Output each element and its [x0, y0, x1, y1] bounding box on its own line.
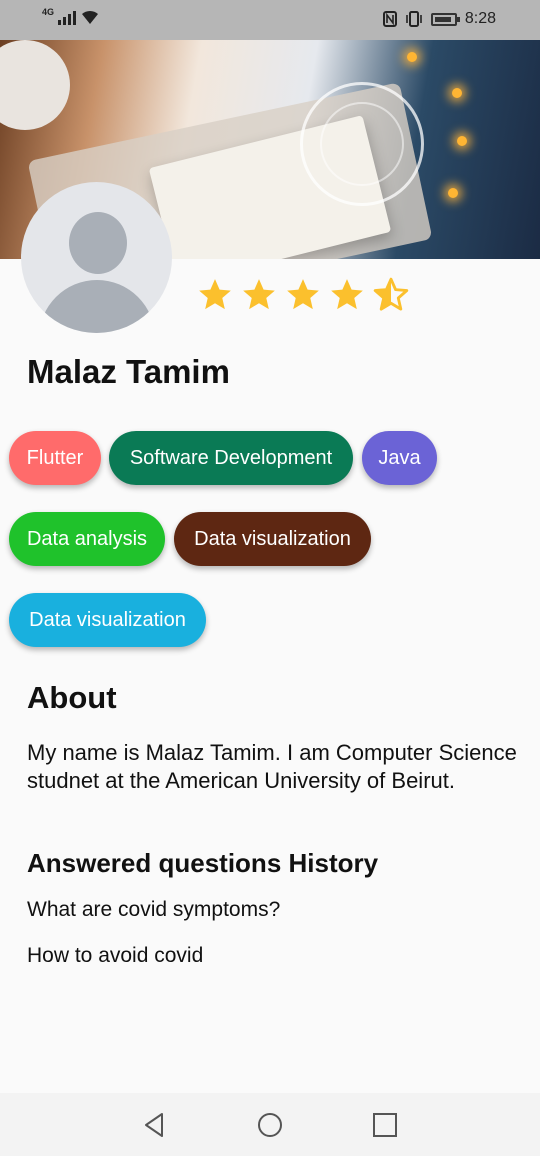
system-nav-bar [0, 1093, 540, 1156]
skill-chip[interactable]: Software Development [109, 431, 353, 485]
skill-chip[interactable]: Java [362, 431, 437, 485]
skill-chip[interactable]: Data analysis [9, 512, 165, 566]
recents-icon[interactable] [371, 1111, 399, 1139]
star-icon [331, 279, 363, 310]
history-question[interactable]: What are covid symptoms? [27, 898, 280, 922]
vibrate-icon [406, 11, 422, 27]
nfc-icon [382, 11, 397, 27]
about-text: My name is Malaz Tamim. I am Computer Sc… [27, 740, 517, 793]
back-icon[interactable] [140, 1111, 168, 1139]
home-icon[interactable] [256, 1111, 284, 1139]
star-half-icon [373, 277, 409, 311]
about-heading: About [27, 680, 117, 715]
rating-stars [196, 276, 410, 314]
history-heading: Answered questions History [27, 848, 379, 878]
skill-chip[interactable]: Data visualization [9, 593, 206, 647]
star-icon [287, 279, 319, 310]
star-icon [199, 279, 231, 310]
battery-icon [430, 12, 460, 26]
skill-chip[interactable]: Flutter [9, 431, 101, 485]
skill-chip[interactable]: Data visualization [174, 512, 371, 566]
status-time: 8:28 [464, 10, 496, 27]
signal-icon [58, 9, 77, 25]
avatar[interactable] [21, 182, 172, 333]
wifi-icon [82, 10, 99, 24]
star-icon [243, 279, 275, 310]
history-question[interactable]: How to avoid covid [27, 944, 203, 968]
network-type: 4G [42, 7, 55, 17]
profile-name: Malaz Tamim [27, 353, 230, 390]
status-bar: 4G 8:28 [0, 0, 540, 40]
